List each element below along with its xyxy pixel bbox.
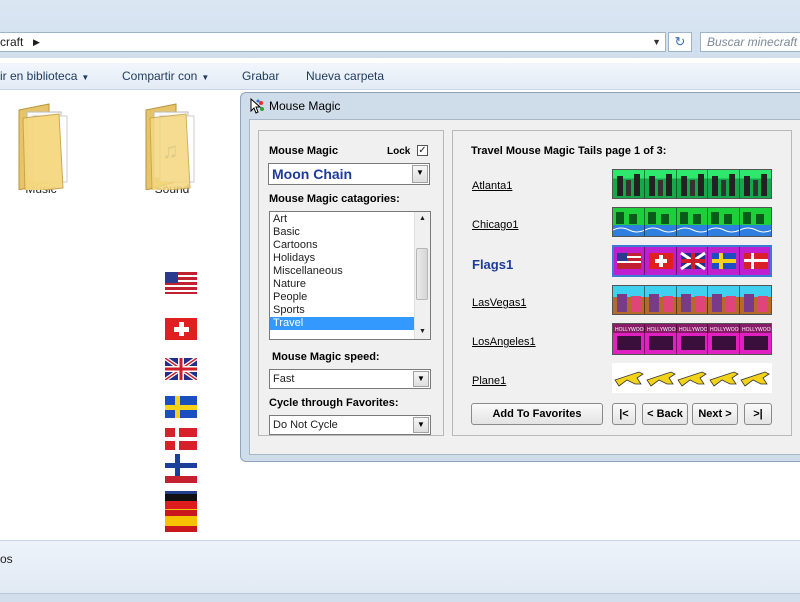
chevron-down-icon: ▼ bbox=[201, 73, 210, 82]
categories-items: Art Basic Cartoons Holidays Miscellaneou… bbox=[270, 212, 430, 330]
scrollbar-thumb[interactable] bbox=[416, 248, 428, 300]
list-item-selected[interactable]: Travel bbox=[270, 317, 414, 330]
mouse-magic-select[interactable]: Moon Chain ▼ bbox=[268, 163, 430, 185]
add-to-favorites-button[interactable]: Add To Favorites bbox=[471, 403, 603, 425]
taskbar-edge bbox=[0, 593, 800, 602]
lock-checkbox[interactable]: ✓ bbox=[417, 145, 428, 156]
address-field[interactable]: craft ▶ ▼ bbox=[0, 32, 666, 52]
tail-link-losangeles1[interactable]: LosAngeles1 bbox=[472, 336, 536, 348]
explorer-address-bar-area: craft ▶ ▼ ↻ Buscar minecraft bbox=[0, 0, 800, 58]
left-settings-group: Mouse Magic Lock ✓ Moon Chain ▼ Mouse Ma… bbox=[258, 130, 444, 436]
cycle-label: Cycle through Favorites: bbox=[269, 397, 399, 409]
list-item[interactable]: Sports bbox=[270, 304, 430, 317]
first-page-button[interactable]: |< bbox=[612, 403, 636, 425]
categories-scrollbar[interactable]: ▲ ▼ bbox=[414, 212, 430, 339]
list-item[interactable]: Miscellaneous bbox=[270, 265, 430, 278]
tail-preview-losangeles1[interactable]: HOLLYWOOD HOLLYWOOD HOLLYWOOD HOLLYWOOD … bbox=[612, 323, 772, 355]
swiss-flag-icon bbox=[165, 318, 197, 340]
tail-preview-plane1[interactable] bbox=[612, 363, 772, 393]
search-input[interactable]: Buscar minecraft bbox=[700, 32, 800, 52]
address-dropdown-icon[interactable]: ▼ bbox=[652, 33, 661, 51]
folder-music[interactable]: Music bbox=[5, 100, 77, 196]
tails-page-header: Travel Mouse Magic Tails page 1 of 3: bbox=[471, 145, 667, 157]
sweden-flag-icon bbox=[165, 396, 197, 418]
toolbar-label: ir en biblioteca bbox=[0, 69, 78, 83]
list-item[interactable]: Nature bbox=[270, 278, 430, 291]
last-page-button[interactable]: >| bbox=[744, 403, 772, 425]
breadcrumb-chevron-icon[interactable]: ▶ bbox=[33, 33, 40, 51]
tail-preview-chicago1[interactable] bbox=[612, 207, 772, 237]
music-folder-icon: ♫ bbox=[140, 100, 204, 193]
window-title: Mouse Magic bbox=[269, 99, 341, 113]
chevron-down-icon[interactable]: ▼ bbox=[413, 417, 429, 433]
explorer-toolbar: ir en biblioteca ▼ Compartir con ▼ Grabar … bbox=[0, 63, 800, 90]
usa-flag-icon bbox=[165, 272, 197, 294]
tail-preview-atlanta1[interactable] bbox=[612, 169, 772, 199]
svg-text:HOLLYWOOD: HOLLYWOOD bbox=[615, 327, 645, 333]
status-bar: os bbox=[0, 540, 800, 602]
denmark-flag-icon bbox=[165, 428, 197, 450]
speed-select-value: Fast bbox=[273, 373, 295, 385]
toolbar-add-to-library[interactable]: ir en biblioteca ▼ bbox=[0, 69, 89, 83]
cycle-select[interactable]: Do Not Cycle ▼ bbox=[269, 415, 431, 435]
finland-flag-icon bbox=[165, 454, 197, 476]
list-item[interactable]: Basic bbox=[270, 226, 430, 239]
spain-flag-icon bbox=[165, 510, 197, 532]
folder-sound[interactable]: ♫ Sound bbox=[136, 100, 208, 196]
scroll-up-icon[interactable]: ▲ bbox=[415, 212, 430, 226]
toolbar-new-folder[interactable]: Nueva carpeta bbox=[306, 69, 384, 83]
tail-link-chicago1[interactable]: Chicago1 bbox=[472, 219, 518, 231]
status-text: os bbox=[0, 552, 13, 566]
list-item[interactable]: People bbox=[270, 291, 430, 304]
list-item[interactable]: Holidays bbox=[270, 252, 430, 265]
cycle-select-value: Do Not Cycle bbox=[273, 419, 338, 431]
svg-text:HOLLYWOOD: HOLLYWOOD bbox=[710, 327, 740, 333]
list-item[interactable]: Cartoons bbox=[270, 239, 430, 252]
tail-link-atlanta1[interactable]: Atlanta1 bbox=[472, 180, 512, 192]
svg-text:HOLLYWOOD: HOLLYWOOD bbox=[647, 327, 677, 333]
scroll-down-icon[interactable]: ▼ bbox=[415, 325, 430, 339]
chevron-down-icon[interactable]: ▼ bbox=[412, 165, 428, 183]
categories-listbox[interactable]: Art Basic Cartoons Holidays Miscellaneou… bbox=[269, 211, 431, 340]
svg-text:HOLLYWOOD: HOLLYWOOD bbox=[679, 327, 709, 333]
speed-label: Mouse Magic speed: bbox=[272, 351, 380, 363]
mouse-magic-window: Mouse Magic Mouse Magic Lock ✓ Moon Chai… bbox=[240, 92, 800, 462]
folder-icon bbox=[9, 100, 73, 193]
chevron-down-icon: ▼ bbox=[81, 73, 90, 82]
svg-text:HOLLYWOOD: HOLLYWOOD bbox=[742, 327, 771, 333]
speed-select[interactable]: Fast ▼ bbox=[269, 369, 431, 389]
tail-link-flags1-selected[interactable]: Flags1 bbox=[472, 257, 513, 272]
tail-link-plane1[interactable]: Plane1 bbox=[472, 375, 506, 387]
list-item[interactable]: Art bbox=[270, 213, 430, 226]
tail-preview-flags1[interactable] bbox=[612, 245, 772, 277]
tail-link-lasvegas1[interactable]: LasVegas1 bbox=[472, 297, 526, 309]
window-client-area: Mouse Magic Lock ✓ Moon Chain ▼ Mouse Ma… bbox=[249, 119, 800, 455]
back-button[interactable]: < Back bbox=[642, 403, 688, 425]
toolbar-burn[interactable]: Grabar bbox=[242, 69, 279, 83]
categories-label: Mouse Magic catagories: bbox=[269, 193, 400, 205]
lock-label: Lock bbox=[387, 146, 411, 157]
chevron-down-icon[interactable]: ▼ bbox=[413, 371, 429, 387]
toolbar-share-with[interactable]: Compartir con ▼ bbox=[122, 69, 209, 83]
mouse-magic-app-icon bbox=[250, 98, 264, 114]
next-button[interactable]: Next > bbox=[692, 403, 738, 425]
tail-preview-lasvegas1[interactable] bbox=[612, 285, 772, 315]
uk-flag-icon bbox=[165, 358, 197, 380]
tails-group: Travel Mouse Magic Tails page 1 of 3: At… bbox=[452, 130, 792, 436]
mouse-magic-label: Mouse Magic bbox=[269, 145, 339, 157]
refresh-icon[interactable]: ↻ bbox=[668, 32, 692, 52]
address-text: craft bbox=[0, 35, 24, 49]
toolbar-label: Compartir con bbox=[122, 69, 198, 83]
mouse-magic-select-value: Moon Chain bbox=[272, 166, 353, 182]
